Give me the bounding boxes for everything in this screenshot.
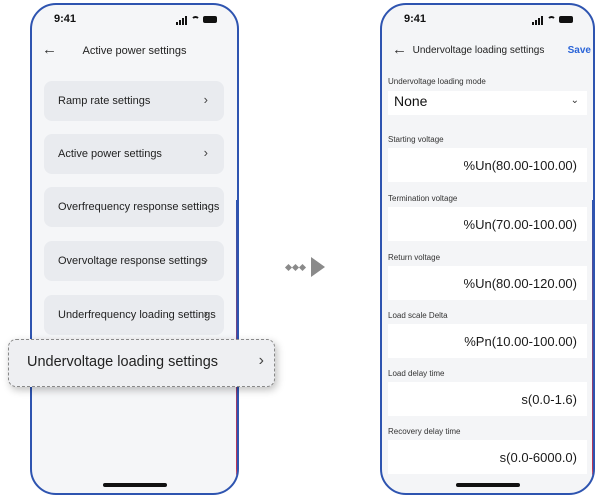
menu-item-active-power[interactable]: Active power settings › — [44, 134, 224, 174]
menu-item-undervoltage-highlighted[interactable]: Undervoltage loading settings › — [8, 339, 275, 387]
field-value: %Pn(10.00-100.00) — [464, 334, 577, 349]
save-button[interactable]: Save — [568, 45, 591, 56]
menu-item-ramp-rate[interactable]: Ramp rate settings › — [44, 81, 224, 121]
signal-icon — [176, 13, 188, 25]
chevron-right-icon: › — [258, 352, 264, 369]
chevron-right-icon: › — [203, 306, 208, 321]
menu-item-overvoltage[interactable]: Overvoltage response settings › — [44, 241, 224, 281]
mode-select[interactable]: None ⌄ — [388, 91, 587, 115]
wifi-icon — [547, 15, 556, 23]
mode-value: None — [394, 93, 428, 109]
return-voltage-field[interactable]: %Un(80.00-120.00) — [388, 266, 587, 300]
nav-bar: ← Undervoltage loading settings Save — [382, 41, 593, 61]
starting-voltage-field[interactable]: %Un(80.00-100.00) — [388, 148, 587, 182]
field-label: Return voltage — [388, 253, 441, 262]
chevron-right-icon: › — [203, 252, 208, 267]
home-indicator — [455, 483, 520, 487]
page-title: Active power settings — [82, 45, 187, 57]
menu-item-label: Overfrequency response settings — [58, 201, 220, 213]
chevron-right-icon: › — [203, 92, 208, 107]
menu-item-underfrequency[interactable]: Underfrequency loading settings › — [44, 295, 224, 335]
status-time: 9:41 — [404, 13, 427, 25]
signal-icon — [532, 13, 544, 25]
status-bar: 9:41 — [32, 13, 237, 29]
wifi-icon — [191, 15, 200, 23]
field-label: Termination voltage — [388, 194, 458, 203]
status-icons — [532, 13, 573, 25]
status-time: 9:41 — [54, 13, 77, 25]
menu-item-label: Underfrequency loading settings — [58, 309, 216, 321]
right-phone-screen: 9:41 ← Undervoltage loading settings Sav… — [380, 3, 595, 495]
chevron-right-icon: › — [203, 198, 208, 213]
status-bar: 9:41 — [382, 13, 593, 29]
mode-label: Undervoltage loading mode — [388, 77, 486, 86]
nav-bar: ← Active power settings — [32, 41, 237, 61]
page-title: Undervoltage loading settings — [412, 45, 545, 56]
home-indicator — [102, 483, 167, 487]
field-label: Recovery delay time — [388, 427, 461, 436]
field-label: Load delay time — [388, 369, 445, 378]
field-label: Load scale Delta — [388, 311, 448, 320]
menu-item-label: Undervoltage loading settings — [27, 354, 219, 370]
field-value: s(0.0-6000.0) — [499, 450, 577, 465]
field-label: Starting voltage — [388, 135, 444, 144]
recovery-delay-time-field[interactable]: s(0.0-6000.0) — [388, 440, 587, 474]
menu-item-label: Overvoltage response settings — [58, 255, 207, 267]
field-value: %Un(80.00-100.00) — [463, 158, 577, 173]
menu-item-overfrequency[interactable]: Overfrequency response settings › — [44, 187, 224, 227]
load-delay-time-field[interactable]: s(0.0-1.6) — [388, 382, 587, 416]
battery-icon — [203, 15, 217, 23]
arrow-right-icon — [284, 257, 325, 277]
menu-item-label: Ramp rate settings — [58, 95, 151, 107]
menu-item-label: Active power settings — [58, 148, 162, 160]
field-value: s(0.0-1.6) — [521, 392, 577, 407]
left-phone-screen: 9:41 ← Active power settings Ramp rate s… — [30, 3, 239, 495]
load-scale-delta-field[interactable]: %Pn(10.00-100.00) — [388, 324, 587, 358]
field-value: %Un(70.00-100.00) — [463, 217, 577, 232]
termination-voltage-field[interactable]: %Un(70.00-100.00) — [388, 207, 587, 241]
field-value: %Un(80.00-120.00) — [463, 276, 577, 291]
chevron-down-icon: ⌄ — [570, 95, 579, 106]
status-icons — [176, 13, 217, 25]
battery-icon — [559, 15, 573, 23]
chevron-right-icon: › — [203, 145, 208, 160]
